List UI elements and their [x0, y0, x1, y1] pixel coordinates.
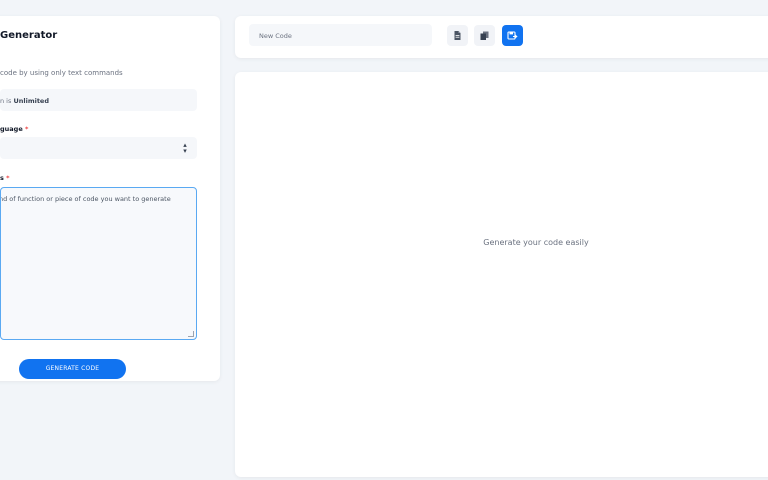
language-label-text: guage — [0, 125, 23, 133]
output-toolbar: New Code — [235, 16, 768, 58]
description-textarea[interactable]: nd of function or piece of code you want… — [0, 187, 197, 340]
select-arrows-icon: ▴ ▾ — [183, 141, 187, 155]
description-label-text: s — [0, 174, 4, 182]
required-mark: * — [25, 125, 29, 133]
resize-grip-icon[interactable] — [188, 331, 194, 337]
generate-code-button[interactable]: GENERATE CODE — [19, 359, 126, 379]
description-label: s * — [0, 174, 10, 182]
panel-title: Generator — [0, 30, 58, 41]
copy-icon — [480, 31, 489, 40]
required-mark: * — [6, 174, 10, 182]
usage-value: Unlimited — [13, 97, 49, 105]
document-icon — [454, 31, 461, 40]
copy-button[interactable] — [474, 25, 495, 46]
usage-info: n is Unlimited — [0, 89, 197, 111]
usage-prefix: n is — [0, 97, 14, 105]
description-placeholder: nd of function or piece of code you want… — [0, 195, 171, 203]
language-label: guage * — [0, 125, 28, 133]
new-document-button[interactable] — [447, 25, 468, 46]
save-icon — [507, 31, 518, 40]
code-title-input[interactable]: New Code — [249, 24, 432, 46]
code-generator-panel: Generator code by using only text comman… — [0, 16, 220, 381]
panel-subtitle: code by using only text commands — [0, 69, 123, 77]
language-select[interactable]: ▴ ▾ — [0, 137, 197, 159]
code-output-panel: Generate your code easily — [235, 72, 768, 477]
save-button[interactable] — [502, 25, 523, 46]
output-placeholder: Generate your code easily — [483, 238, 589, 247]
